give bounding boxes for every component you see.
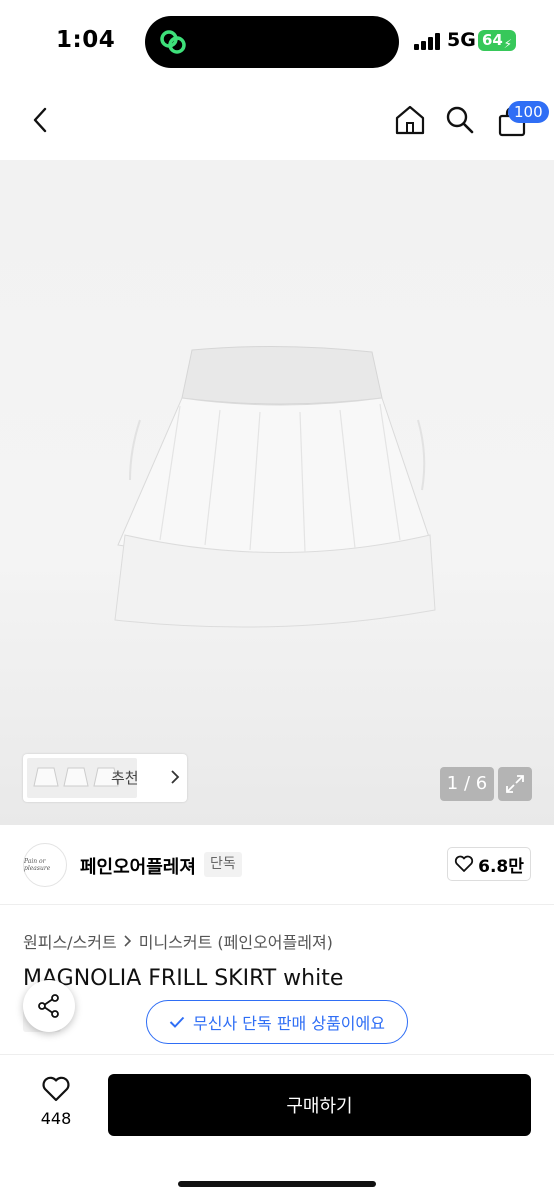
chevron-right-icon bbox=[124, 935, 131, 947]
battery-icon: 64 ⚡ bbox=[478, 30, 516, 51]
check-icon bbox=[169, 1016, 185, 1028]
expand-icon bbox=[506, 775, 524, 793]
breadcrumb-subcategory[interactable]: 미니스커트 (페인오어플레져) bbox=[139, 929, 333, 953]
status-bar: 1:04 5G 64 ⚡ bbox=[0, 0, 554, 84]
chevron-left-icon bbox=[33, 107, 47, 133]
brand-logo[interactable]: Pain or pleasure bbox=[23, 843, 67, 887]
buy-button[interactable]: 구매하기 bbox=[108, 1074, 531, 1136]
home-button[interactable] bbox=[390, 100, 430, 140]
share-icon bbox=[38, 994, 59, 1018]
search-icon bbox=[446, 106, 474, 134]
wishlist-button[interactable]: 448 bbox=[30, 1075, 82, 1128]
brand-like-button[interactable]: 6.8만 bbox=[447, 847, 531, 881]
dynamic-island bbox=[145, 16, 399, 68]
link-app-icon bbox=[160, 30, 186, 54]
image-counter: 1 / 6 bbox=[440, 767, 494, 801]
brand-logo-text: Pain or pleasure bbox=[24, 858, 51, 872]
product-title: MAGNOLIA FRILL SKIRT white bbox=[23, 966, 344, 991]
home-icon bbox=[395, 105, 425, 135]
recommendation-label: 추천 bbox=[111, 769, 139, 787]
heart-icon bbox=[454, 855, 474, 872]
exclusive-notice: 무신사 단독 판매 상품이에요 bbox=[146, 1000, 408, 1044]
charging-icon: ⚡ bbox=[503, 37, 512, 51]
bottom-action-bar: 448 구매하기 bbox=[0, 1054, 554, 1200]
status-time: 1:04 bbox=[56, 27, 116, 53]
expand-button[interactable] bbox=[498, 767, 532, 801]
recommendation-card[interactable]: 추천 bbox=[23, 754, 187, 802]
network-label: 5G bbox=[447, 29, 476, 51]
battery-level: 64 bbox=[482, 31, 503, 49]
product-image-gallery[interactable]: 추천 1 / 6 bbox=[0, 160, 554, 825]
product-image bbox=[114, 345, 436, 628]
search-button[interactable] bbox=[440, 100, 480, 140]
top-nav bbox=[0, 84, 554, 160]
brand-name[interactable]: 페인오어플레져 bbox=[80, 853, 196, 879]
brand-exclusive-badge: 단독 bbox=[204, 852, 242, 877]
home-indicator bbox=[178, 1181, 376, 1187]
chevron-right-icon bbox=[171, 770, 180, 784]
heart-icon bbox=[42, 1076, 70, 1102]
breadcrumb: 원피스/스커트 미니스커트 (페인오어플레져) bbox=[23, 929, 333, 953]
cart-count-badge: 100 bbox=[508, 101, 549, 123]
wishlist-count: 448 bbox=[40, 1109, 72, 1128]
back-button[interactable] bbox=[20, 100, 60, 140]
cellular-signal-icon bbox=[414, 33, 442, 50]
breadcrumb-category[interactable]: 원피스/스커트 bbox=[23, 929, 117, 953]
brand-like-count: 6.8만 bbox=[478, 856, 524, 877]
brand-row: Pain or pleasure 페인오어플레져 단독 6.8만 bbox=[0, 825, 554, 905]
share-button[interactable] bbox=[23, 980, 75, 1032]
exclusive-notice-text: 무신사 단독 판매 상품이에요 bbox=[193, 1014, 385, 1033]
